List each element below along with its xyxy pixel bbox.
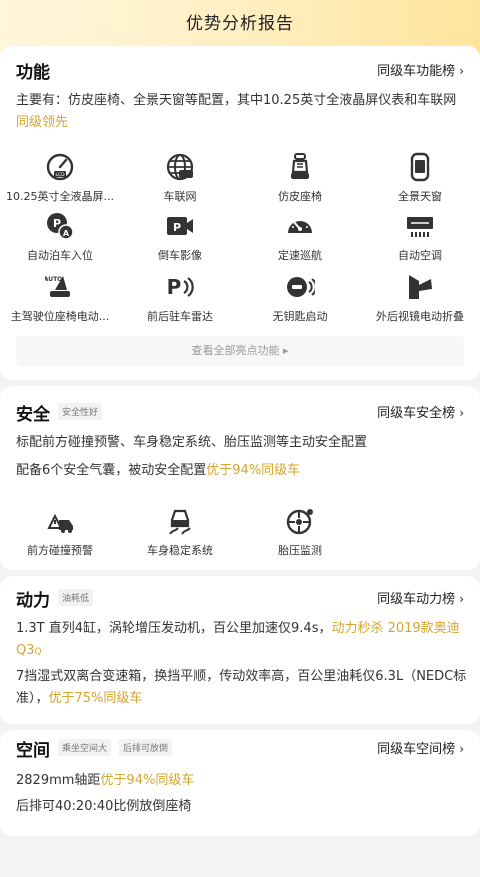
function-card: 功能 同级车功能榜 › 主要有：仿皮座椅、全景天窗等配置，其中10.25英寸全液晶… bbox=[0, 46, 480, 380]
collision-warning-icon bbox=[45, 506, 75, 536]
chevron-right-icon: › bbox=[459, 592, 464, 606]
safety-card: 安全 安全性好 同级车安全榜 › 标配前方碰撞预警、车身稳定系统、胎压监测等主动安… bbox=[0, 386, 480, 570]
power-card: 动力 油耗低 同级车动力榜 › 1.3T 直列4缸，涡轮增压发动机，百公里加速仅9… bbox=[0, 576, 480, 724]
tire-pressure-icon bbox=[285, 506, 315, 536]
feature-label: 车身稳定系统 bbox=[147, 544, 213, 557]
feature-stability-control[interactable]: 车身稳定系统 bbox=[120, 506, 240, 558]
power-line-2-highlight: 优于75%同级车 bbox=[48, 691, 143, 706]
safety-rank-link[interactable]: 同级车安全榜 › bbox=[377, 402, 464, 421]
space-rank-link[interactable]: 同级车空间榜 › bbox=[377, 738, 464, 757]
feature-label: 10.25英寸全液晶屏... bbox=[6, 190, 114, 203]
lcd-gauge-icon: LCD bbox=[45, 152, 75, 182]
space-line-1-text: 2829mm轴距 bbox=[16, 773, 101, 788]
power-title: 动力 bbox=[16, 591, 50, 611]
feature-label: 无钥匙启动 bbox=[272, 310, 328, 323]
feature-label: 自动泊车入位 bbox=[27, 249, 93, 262]
safety-title: 安全 bbox=[16, 405, 50, 425]
feature-label: 倒车影像 bbox=[158, 249, 202, 262]
power-seat-icon: AUTO bbox=[45, 272, 75, 302]
space-line-1: 2829mm轴距优于94%同级车 bbox=[16, 770, 468, 792]
auto-ac-icon bbox=[405, 211, 435, 241]
power-line-1-text: 1.3T 直列4缸，涡轮增压发动机，百公里加速仅9.4s， bbox=[16, 621, 332, 636]
parking-radar-icon: P bbox=[165, 272, 195, 302]
keyless-start-icon bbox=[285, 272, 315, 302]
feature-cruise-control[interactable]: 定速巡航 bbox=[240, 211, 360, 263]
feature-label: 前后驻车雷达 bbox=[147, 310, 213, 323]
feature-power-seat[interactable]: AUTO 主驾驶位座椅电动... bbox=[0, 272, 120, 324]
function-desc-text: 主要有：仿皮座椅、全景天窗等配置，其中10.25英寸全液晶屏仪表和车联网 bbox=[16, 93, 457, 108]
leather-seat-icon bbox=[285, 152, 315, 182]
chevron-right-icon: › bbox=[459, 406, 464, 420]
function-rank-link[interactable]: 同级车功能榜 › bbox=[377, 60, 464, 79]
space-tag-2: 后排可放倒 bbox=[119, 739, 173, 756]
svg-text:A: A bbox=[63, 229, 70, 238]
chevron-right-icon: › bbox=[459, 64, 464, 78]
power-rank-label: 同级车动力榜 bbox=[377, 592, 456, 607]
space-line-1-highlight: 优于94%同级车 bbox=[100, 773, 195, 788]
safety-line-2: 配备6个安全气囊，被动安全配置优于94%同级车 bbox=[16, 460, 468, 482]
safety-rank-label: 同级车安全榜 bbox=[377, 406, 456, 421]
feature-label: 全景天窗 bbox=[398, 190, 442, 203]
space-rank-label: 同级车空间榜 bbox=[377, 742, 456, 757]
feature-label: 车联网 bbox=[163, 190, 197, 203]
power-line-1: 1.3T 直列4缸，涡轮增压发动机，百公里加速仅9.4s，动力秒杀 2019款奥… bbox=[16, 618, 468, 663]
stability-control-icon bbox=[165, 506, 195, 536]
feature-leather-seat[interactable]: 仿皮座椅 bbox=[240, 152, 360, 204]
power-header: 动力 油耗低 同级车动力榜 › bbox=[16, 586, 464, 611]
feature-label: 仿皮座椅 bbox=[278, 190, 322, 203]
safety-line-2-text: 配备6个安全气囊，被动安全配置 bbox=[16, 463, 207, 478]
car-globe-icon bbox=[165, 152, 195, 182]
feature-keyless-start[interactable]: 无钥匙启动 bbox=[240, 272, 360, 324]
feature-parking-radar[interactable]: P 前后驻车雷达 bbox=[120, 272, 240, 324]
feature-collision-warning[interactable]: 前方碰撞预警 bbox=[0, 506, 120, 558]
svg-text:P: P bbox=[173, 221, 181, 234]
power-line-1-highlight[interactable]: 动力秒杀 2019款奥迪 bbox=[331, 621, 459, 636]
feature-tire-pressure[interactable]: 胎压监测 bbox=[240, 506, 360, 558]
feature-auto-ac[interactable]: 自动空调 bbox=[360, 211, 480, 263]
power-tag: 油耗低 bbox=[58, 589, 94, 606]
chevron-right-icon: › bbox=[459, 742, 464, 756]
search-icon: Q bbox=[34, 647, 42, 657]
auto-parking-icon: PA bbox=[45, 211, 75, 241]
feature-lcd-gauge[interactable]: LCD 10.25英寸全液晶屏... bbox=[0, 152, 120, 204]
feature-auto-parking[interactable]: PA 自动泊车入位 bbox=[0, 211, 120, 263]
feature-label: 胎压监测 bbox=[278, 544, 322, 557]
function-description: 主要有：仿皮座椅、全景天窗等配置，其中10.25英寸全液晶屏仪表和车联网同级领先 bbox=[16, 90, 468, 134]
safety-line-2-highlight: 优于94%同级车 bbox=[206, 463, 301, 478]
feature-label: 主驾驶位座椅电动... bbox=[10, 310, 110, 323]
function-rank-label: 同级车功能榜 bbox=[377, 64, 456, 79]
safety-tag: 安全性好 bbox=[58, 403, 103, 420]
function-desc-highlight: 同级领先 bbox=[16, 115, 69, 130]
panoramic-roof-icon bbox=[405, 152, 435, 182]
safety-header: 安全 安全性好 同级车安全榜 › bbox=[16, 400, 464, 425]
svg-text:LCD: LCD bbox=[55, 172, 65, 178]
view-all-features-button[interactable]: 查看全部亮点功能 ▸ bbox=[16, 336, 464, 366]
page-title: 优势分析报告 bbox=[186, 14, 294, 34]
function-title: 功能 bbox=[16, 63, 50, 83]
safety-line-1: 标配前方碰撞预警、车身稳定系统、胎压监测等主动安全配置 bbox=[16, 435, 368, 450]
feature-label: 前方碰撞预警 bbox=[27, 544, 93, 557]
feature-car-network[interactable]: 车联网 bbox=[120, 152, 240, 204]
feature-panoramic-roof[interactable]: 全景天窗 bbox=[360, 152, 480, 204]
feature-label: 自动空调 bbox=[398, 249, 442, 262]
feature-reverse-camera[interactable]: P 倒车影像 bbox=[120, 211, 240, 263]
function-header: 功能 同级车功能榜 › bbox=[16, 58, 464, 83]
feature-mirror-fold[interactable]: 外后视镜电动折叠 bbox=[360, 272, 480, 324]
space-title: 空间 bbox=[16, 741, 50, 761]
svg-text:P: P bbox=[167, 275, 182, 299]
space-card: 空间 乘坐空间大 后排可放倒 同级车空间榜 › 2829mm轴距优于94%同级车 … bbox=[0, 730, 480, 836]
feature-label: 定速巡航 bbox=[278, 249, 322, 262]
space-header: 空间 乘坐空间大 后排可放倒 同级车空间榜 › bbox=[16, 736, 464, 761]
power-line-2: 7挡湿式双离合变速箱，换挡平顺，传动效率高，百公里油耗仅6.3L（NEDC标准）… bbox=[16, 666, 468, 710]
power-rank-link[interactable]: 同级车动力榜 › bbox=[377, 588, 464, 607]
feature-label: 外后视镜电动折叠 bbox=[376, 310, 464, 323]
space-line-2: 后排可40:20:40比例放倒座椅 bbox=[16, 799, 192, 814]
mirror-fold-icon bbox=[405, 272, 435, 302]
cruise-control-icon bbox=[285, 211, 315, 241]
reverse-camera-icon: P bbox=[165, 211, 195, 241]
space-tag-1: 乘坐空间大 bbox=[58, 739, 112, 756]
power-line-1-model[interactable]: Q3 bbox=[16, 643, 35, 658]
